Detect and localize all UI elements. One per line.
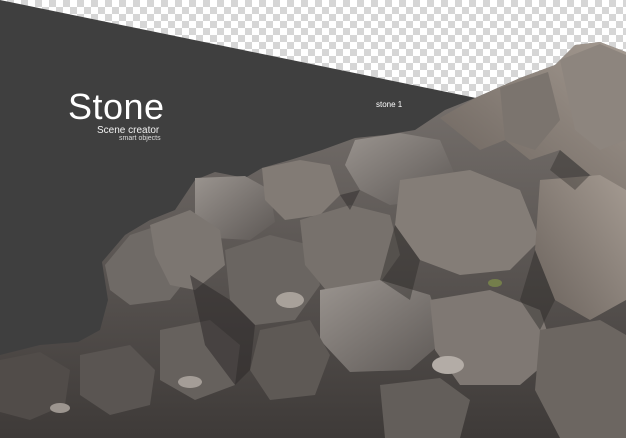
page-title: Stone: [68, 86, 165, 127]
item-label: stone 1: [376, 100, 403, 109]
subtitle-small: smart objects: [119, 135, 161, 142]
rock-formation-image: [0, 42, 626, 438]
